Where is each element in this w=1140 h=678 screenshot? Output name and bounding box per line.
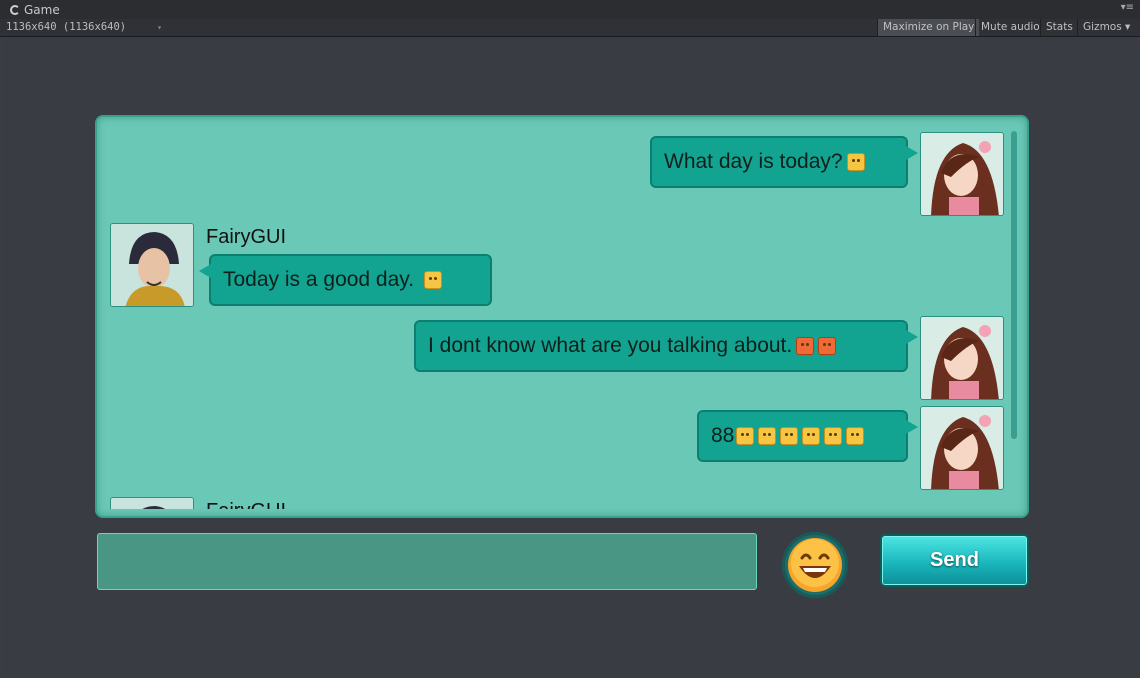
avatar bbox=[110, 223, 194, 307]
chevron-down-icon: ▾ bbox=[157, 23, 162, 32]
game-toolbar: 1136x640 (1136x640) ▾ Maximize on Play M… bbox=[0, 19, 1140, 37]
game-tab-label: Game bbox=[24, 3, 60, 17]
resolution-dropdown[interactable]: 1136x640 (1136x640) ▾ bbox=[6, 19, 164, 36]
message-list[interactable]: What day is today? FairyGUI Today is a g… bbox=[97, 117, 1013, 509]
message-text: Today is a good day. bbox=[223, 268, 415, 291]
smiley-icon bbox=[788, 538, 842, 592]
chat-scrollbar[interactable] bbox=[1011, 131, 1017, 439]
avatar bbox=[110, 497, 194, 509]
chat-panel: What day is today? FairyGUI Today is a g… bbox=[95, 115, 1029, 518]
avatar bbox=[920, 132, 1004, 216]
message-text: What day is today? bbox=[664, 150, 843, 173]
wave-emoji-icon bbox=[802, 427, 821, 445]
editor-tabbar: Game ▾≡ bbox=[0, 0, 1140, 20]
sender-name: FairyGUI bbox=[206, 500, 286, 509]
maximize-on-play-button[interactable]: Maximize on Play bbox=[877, 19, 980, 36]
game-controller-icon bbox=[10, 5, 20, 15]
angry-emoji-icon bbox=[818, 337, 837, 355]
message-input[interactable] bbox=[97, 533, 757, 590]
female-avatar-icon bbox=[921, 407, 1003, 489]
tab-menu-icon[interactable]: ▾≡ bbox=[1121, 2, 1134, 13]
sender-name: FairyGUI bbox=[206, 226, 286, 248]
wave-emoji-icon bbox=[780, 427, 799, 445]
avatar bbox=[920, 316, 1004, 400]
message-bubble: 88 bbox=[697, 410, 918, 462]
resolution-label: 1136x640 (1136x640) bbox=[6, 21, 127, 33]
female-avatar-icon bbox=[921, 133, 1003, 215]
wave-emoji-icon bbox=[824, 427, 843, 445]
female-avatar-icon bbox=[921, 317, 1003, 399]
mute-audio-button[interactable]: Mute audio bbox=[975, 19, 1045, 36]
wave-emoji-icon bbox=[758, 427, 777, 445]
angry-emoji-icon bbox=[796, 337, 815, 355]
wave-emoji-icon bbox=[736, 427, 755, 445]
gizmos-label: Gizmos bbox=[1083, 21, 1122, 33]
grin-emoji-icon bbox=[846, 153, 865, 171]
message-text: 88 bbox=[711, 424, 735, 447]
message-text: I dont know what are you talking about. bbox=[428, 334, 793, 357]
gizmos-dropdown[interactable]: Gizmos ▾ bbox=[1077, 19, 1135, 36]
game-tab[interactable]: Game bbox=[4, 1, 70, 19]
send-button[interactable]: Send bbox=[880, 534, 1029, 587]
emoji-button[interactable] bbox=[782, 532, 848, 598]
laugh-emoji-icon bbox=[424, 271, 443, 289]
male-avatar-icon bbox=[111, 498, 193, 509]
avatar bbox=[920, 406, 1004, 490]
stats-button[interactable]: Stats bbox=[1040, 19, 1078, 36]
message-bubble: Today is a good day. bbox=[199, 254, 492, 306]
male-avatar-icon bbox=[111, 224, 193, 306]
message-bubble: What day is today? bbox=[650, 136, 918, 188]
message-bubble: I dont know what are you talking about. bbox=[414, 320, 918, 372]
wave-emoji-icon bbox=[846, 427, 865, 445]
